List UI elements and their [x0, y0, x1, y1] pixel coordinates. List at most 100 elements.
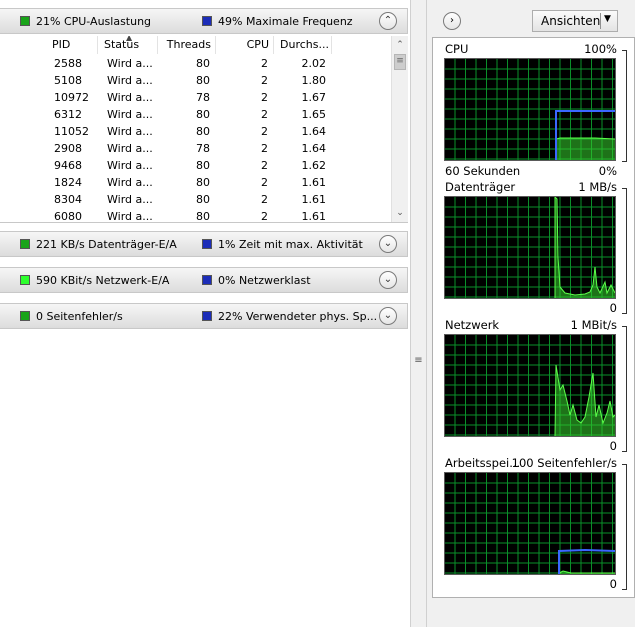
- memory-graph-min: 0: [609, 577, 617, 591]
- left-panel: 21% CPU-Auslastung 49% Maximale Frequenz…: [0, 0, 410, 627]
- scrollbar-thumb[interactable]: ≡: [394, 54, 406, 70]
- collapse-chevron-up-icon[interactable]: ⌃: [379, 12, 397, 30]
- cell-average: 1.62: [301, 159, 327, 172]
- cell-pid: 8304: [54, 193, 82, 206]
- panel-splitter[interactable]: ≡: [410, 0, 427, 627]
- cell-status: Wird a...: [107, 193, 153, 206]
- cell-threads: 78: [196, 91, 210, 104]
- graph-bracket: [622, 188, 627, 314]
- column-header-cpu[interactable]: CPU: [216, 36, 274, 54]
- cell-status: Wird a...: [107, 159, 153, 172]
- cell-average: 1.67: [301, 91, 327, 104]
- table-row[interactable]: 6080 Wird a... 80 2 1.61: [0, 208, 390, 223]
- column-header-average[interactable]: Durchs...: [276, 36, 332, 54]
- table-row[interactable]: 1824 Wird a... 80 2 1.61: [0, 174, 390, 191]
- table-row[interactable]: 2908 Wird a... 78 2 1.64: [0, 140, 390, 157]
- network-section-header[interactable]: 590 KBit/s Netzwerk-E/A 0% Netzwerklast …: [0, 267, 408, 293]
- graphs-container: CPU 100% 60 Sekunden 0% Datenträger 1 MB…: [432, 37, 635, 598]
- cell-cpu: 2: [261, 176, 268, 189]
- table-row[interactable]: 10972 Wird a... 78 2 1.67: [0, 89, 390, 106]
- cpu-process-table: PID Status ▲ Threads CPU Durchs... 2588 W…: [0, 36, 408, 223]
- network-utilization-swatch: [202, 275, 212, 285]
- scroll-down-arrow-icon[interactable]: ⌄: [392, 205, 408, 221]
- expand-chevron-down-icon[interactable]: ⌄: [379, 307, 397, 325]
- dropdown-arrow-icon: ▼: [604, 14, 611, 24]
- disk-graph-min: 0: [609, 301, 617, 315]
- cell-threads: 80: [196, 108, 210, 121]
- disk-io-swatch: [20, 239, 30, 249]
- cell-cpu: 2: [261, 108, 268, 121]
- column-header-pid[interactable]: PID: [48, 36, 98, 54]
- cell-threads: 80: [196, 176, 210, 189]
- cell-pid: 11052: [54, 125, 89, 138]
- table-row[interactable]: 2588 Wird a... 80 2 2.02: [0, 55, 390, 72]
- max-frequency-label: 49% Maximale Frequenz: [218, 15, 353, 28]
- disk-section-header[interactable]: 221 KB/s Datenträger-E/A 1% Zeit mit max…: [0, 231, 408, 257]
- table-row[interactable]: 8304 Wird a... 80 2 1.61: [0, 191, 390, 208]
- cpu-usage-label: 21% CPU-Auslastung: [36, 15, 152, 28]
- cpu-graph: [444, 58, 616, 161]
- cell-cpu: 2: [261, 210, 268, 223]
- memory-graph-max: 100 Seitenfehler/s: [511, 456, 617, 470]
- cpu-section-header[interactable]: 21% CPU-Auslastung 49% Maximale Frequenz…: [0, 8, 408, 34]
- physical-memory-label: 22% Verwendeter phys. Sp...: [218, 310, 378, 323]
- physical-memory-swatch: [202, 311, 212, 321]
- memory-section-header[interactable]: 0 Seitenfehler/s 22% Verwendeter phys. S…: [0, 303, 408, 329]
- disk-active-time-swatch: [202, 239, 212, 249]
- table-row[interactable]: 6312 Wird a... 80 2 1.65: [0, 106, 390, 123]
- graph-area: [558, 570, 615, 574]
- column-header-threads[interactable]: Threads: [158, 36, 216, 54]
- expand-chevron-right-icon[interactable]: ›: [443, 12, 461, 30]
- cpu-graph-max: 100%: [584, 42, 617, 56]
- expand-chevron-down-icon[interactable]: ⌄: [379, 271, 397, 289]
- cell-threads: 80: [196, 210, 210, 223]
- cell-pid: 10972: [54, 91, 89, 104]
- disk-graph-title: Datenträger: [445, 180, 516, 194]
- cell-cpu: 2: [261, 159, 268, 172]
- cell-pid: 6312: [54, 108, 82, 121]
- memory-graph: [444, 472, 616, 575]
- expand-chevron-down-icon[interactable]: ⌄: [379, 235, 397, 253]
- views-button-divider: [600, 13, 601, 29]
- cell-threads: 78: [196, 142, 210, 155]
- table-row[interactable]: 5108 Wird a... 80 2 1.80: [0, 72, 390, 89]
- splitter-grip-icon: ≡: [414, 355, 423, 366]
- graph-line: [558, 548, 615, 574]
- cell-status: Wird a...: [107, 142, 153, 155]
- cell-status: Wird a...: [107, 125, 153, 138]
- table-scrollbar[interactable]: ⌃ ≡ ⌄: [391, 36, 408, 222]
- graph-bracket: [622, 464, 627, 590]
- table-row[interactable]: 9468 Wird a... 80 2 1.62: [0, 157, 390, 174]
- table-row[interactable]: 11052 Wird a... 80 2 1.64: [0, 123, 390, 140]
- page-faults-swatch: [20, 311, 30, 321]
- graph-bracket: [622, 326, 627, 452]
- cell-cpu: 2: [261, 125, 268, 138]
- cell-status: Wird a...: [107, 176, 153, 189]
- cell-threads: 80: [196, 74, 210, 87]
- page-faults-label: 0 Seitenfehler/s: [36, 310, 123, 323]
- cell-average: 1.61: [301, 210, 327, 223]
- network-graph-max: 1 MBit/s: [570, 318, 617, 332]
- cell-pid: 2908: [54, 142, 82, 155]
- disk-active-time-label: 1% Zeit mit max. Aktivität: [218, 238, 363, 251]
- sort-arrow-icon: ▲: [126, 36, 133, 42]
- cell-status: Wird a...: [107, 210, 153, 223]
- disk-io-label: 221 KB/s Datenträger-E/A: [36, 238, 177, 251]
- cell-average: 2.02: [301, 57, 327, 70]
- cpu-usage-swatch: [20, 16, 30, 26]
- cell-pid: 6080: [54, 210, 82, 223]
- cell-cpu: 2: [261, 193, 268, 206]
- network-io-swatch: [20, 275, 30, 285]
- views-dropdown-button[interactable]: Ansichten ▼: [532, 10, 618, 32]
- disk-graph-max: 1 MB/s: [578, 180, 617, 194]
- cpu-graph-time-label: 60 Sekunden: [445, 164, 521, 178]
- cell-threads: 80: [196, 125, 210, 138]
- cell-pid: 2588: [54, 57, 82, 70]
- scroll-up-arrow-icon[interactable]: ⌃: [392, 37, 408, 53]
- right-panel: › Ansichten ▼ CPU 100% 60 Sekunden 0% Da…: [428, 0, 635, 627]
- cell-average: 1.61: [301, 193, 327, 206]
- graph-area: [555, 137, 615, 160]
- views-button-label: Ansichten: [541, 14, 601, 28]
- network-utilization-label: 0% Netzwerklast: [218, 274, 311, 287]
- graph-bracket: [622, 50, 627, 162]
